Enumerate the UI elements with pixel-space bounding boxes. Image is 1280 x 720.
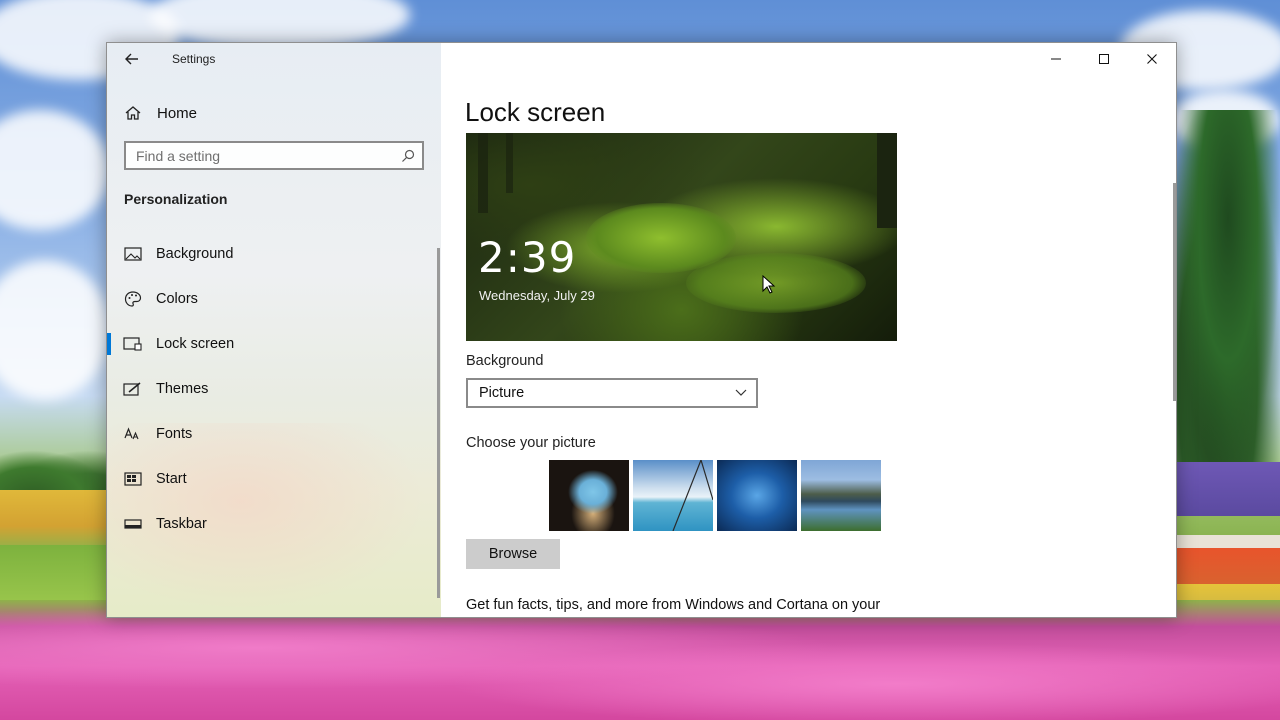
title-bar[interactable]: Settings <box>107 43 441 75</box>
sidebar-item-label: Taskbar <box>156 515 207 532</box>
settings-window: Settings Home Personalization <box>106 42 1177 618</box>
sidebar-item-start[interactable]: Start <box>107 456 441 501</box>
palette-icon <box>122 290 144 308</box>
wallpaper-field <box>0 545 110 605</box>
search-icon[interactable] <box>400 148 416 169</box>
sidebar-item-home[interactable]: Home <box>121 99 421 127</box>
choose-picture-label: Choose your picture <box>466 435 596 451</box>
sidebar-item-label: Start <box>156 470 187 487</box>
sidebar-item-label: Home <box>157 104 198 122</box>
lock-screen-time: 2:39 <box>478 233 577 282</box>
start-icon <box>122 470 144 488</box>
fun-facts-text: Get fun facts, tips, and more from Windo… <box>466 597 881 613</box>
brush-icon <box>122 380 144 398</box>
preview-tree-trunk <box>877 133 897 228</box>
wallpaper-field <box>0 490 110 550</box>
sidebar-item-lock-screen[interactable]: Lock screen <box>107 321 441 366</box>
sidebar-item-colors[interactable]: Colors <box>107 276 441 321</box>
background-dropdown[interactable]: Picture <box>466 378 758 408</box>
search-box[interactable] <box>124 141 424 170</box>
home-icon <box>121 104 145 122</box>
sidebar-item-label: Lock screen <box>156 335 235 352</box>
sidebar-item-taskbar[interactable]: Taskbar <box>107 501 441 546</box>
background-dropdown-value: Picture <box>479 385 525 401</box>
picture-thumbnail-cave[interactable] <box>549 460 629 531</box>
back-arrow-icon <box>125 53 138 65</box>
sidebar-item-label: Colors <box>156 290 198 307</box>
preview-tree-trunk <box>478 133 488 213</box>
preview-tree-trunk <box>506 133 513 193</box>
sidebar-item-label: Themes <box>156 380 209 397</box>
wallpaper-flower-field <box>0 600 1280 720</box>
picture-thumbnail-ice-cave[interactable] <box>717 460 797 531</box>
taskbar-icon <box>122 515 144 533</box>
sidebar-item-themes[interactable]: Themes <box>107 366 441 411</box>
sidebar-item-label: Background <box>156 245 234 262</box>
wallpaper-field <box>1176 535 1280 549</box>
thumbnail-lines <box>672 460 713 531</box>
lock-screen-preview: 2:39 Wednesday, July 29 <box>466 133 897 341</box>
sidebar-item-background[interactable]: Background <box>107 231 441 276</box>
sidebar: Settings Home Personalization <box>107 43 441 617</box>
picture-thumbnail-sky[interactable] <box>633 460 713 531</box>
wallpaper-trees <box>1176 110 1280 470</box>
sidebar-item-label: Fonts <box>156 425 193 442</box>
app-title: Settings <box>172 52 216 66</box>
wallpaper-cloud <box>0 260 110 400</box>
main-content: Lock screen 2:39 Wednesday, July 29 Back… <box>441 43 1176 617</box>
preview-moss <box>686 253 866 313</box>
main-scrollbar[interactable] <box>1173 183 1176 401</box>
mouse-cursor-icon <box>762 275 776 294</box>
wallpaper-field <box>1176 462 1280 516</box>
picture-thumbnails <box>549 460 881 531</box>
font-icon <box>122 425 144 443</box>
browse-button[interactable]: Browse <box>466 539 560 569</box>
page-title: Lock screen <box>465 97 606 127</box>
sidebar-nav: Background Colors Lock screen Themes Fon… <box>107 231 441 546</box>
sidebar-item-fonts[interactable]: Fonts <box>107 411 441 456</box>
search-input[interactable] <box>136 147 391 164</box>
section-title: Personalization <box>124 191 228 207</box>
lock-screen-date: Wednesday, July 29 <box>479 288 595 303</box>
lock-screen-icon <box>122 335 144 353</box>
wallpaper-field <box>1176 548 1280 584</box>
wallpaper-cloud <box>0 110 110 230</box>
sidebar-scrollbar[interactable] <box>437 248 440 598</box>
back-button[interactable] <box>121 49 143 69</box>
background-label: Background <box>466 353 544 369</box>
picture-thumbnail-mountain-lake[interactable] <box>801 460 881 531</box>
chevron-down-icon <box>735 389 747 396</box>
picture-icon <box>122 245 144 263</box>
